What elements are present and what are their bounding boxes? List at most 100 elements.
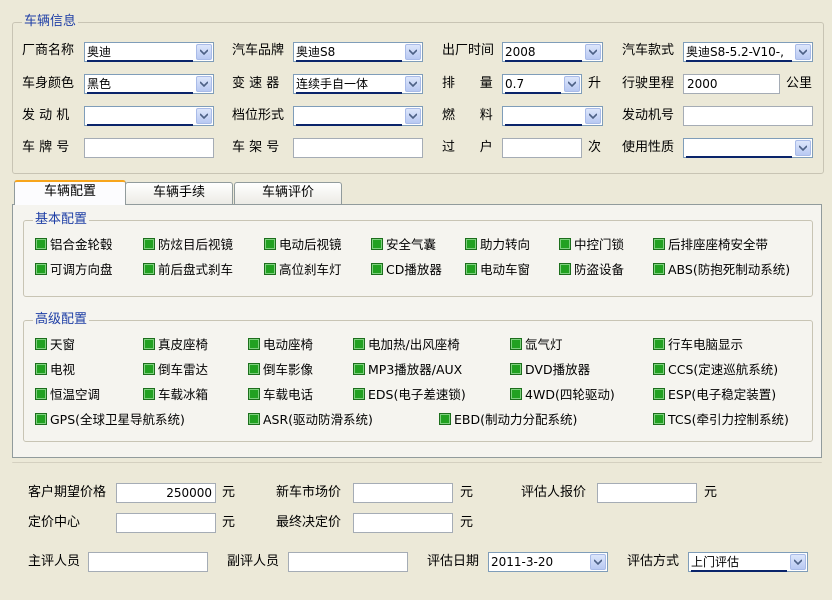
- advanced-config-checkbox[interactable]: 行车电脑显示: [653, 337, 743, 353]
- advanced-config-checkbox[interactable]: 倒车影像: [248, 362, 313, 378]
- basic-config-checkbox[interactable]: 安全气囊: [371, 237, 436, 253]
- advanced-config-checkbox[interactable]: 车载电话: [248, 387, 313, 403]
- basic-config-checkbox[interactable]: 电动车窗: [465, 262, 530, 278]
- checkbox-checked-icon[interactable]: [653, 338, 665, 350]
- advanced-config-checkbox[interactable]: MP3播放器/AUX: [353, 362, 462, 378]
- gearshift-select[interactable]: [293, 106, 423, 126]
- checkbox-checked-icon[interactable]: [35, 413, 47, 425]
- advanced-config-checkbox[interactable]: DVD播放器: [510, 362, 590, 378]
- advanced-config-checkbox[interactable]: TCS(牵引力控制系统): [653, 412, 789, 428]
- transfer-input[interactable]: [502, 138, 582, 158]
- plate-input[interactable]: [84, 138, 214, 158]
- usage-select[interactable]: [683, 138, 813, 158]
- checkbox-checked-icon[interactable]: [35, 238, 47, 250]
- chevron-down-icon[interactable]: [405, 108, 421, 124]
- checkbox-checked-icon[interactable]: [143, 338, 155, 350]
- checkbox-checked-icon[interactable]: [248, 363, 260, 375]
- tab-vehicle-evaluation[interactable]: 车辆评价: [234, 182, 342, 204]
- checkbox-checked-icon[interactable]: [143, 363, 155, 375]
- brand-select[interactable]: 奥迪S8: [293, 42, 423, 62]
- checkbox-checked-icon[interactable]: [248, 388, 260, 400]
- advanced-config-checkbox[interactable]: ASR(驱动防滑系统): [248, 412, 373, 428]
- checkbox-checked-icon[interactable]: [248, 338, 260, 350]
- basic-config-checkbox[interactable]: 防炫目后视镜: [143, 237, 233, 253]
- advanced-config-checkbox[interactable]: ESP(电子稳定装置): [653, 387, 776, 403]
- final-price-input[interactable]: [353, 513, 453, 533]
- advanced-config-checkbox[interactable]: 天窗: [35, 337, 75, 353]
- advanced-config-checkbox[interactable]: 倒车雷达: [143, 362, 208, 378]
- basic-config-checkbox[interactable]: 电动后视镜: [264, 237, 342, 253]
- checkbox-checked-icon[interactable]: [653, 263, 665, 275]
- advanced-config-checkbox[interactable]: 电视: [35, 362, 75, 378]
- advanced-config-checkbox[interactable]: EBD(制动力分配系统): [439, 412, 577, 428]
- gearbox-select[interactable]: 连续手自一体: [293, 74, 423, 94]
- advanced-config-checkbox[interactable]: 电加热/出风座椅: [353, 337, 460, 353]
- advanced-config-checkbox[interactable]: 车载冰箱: [143, 387, 208, 403]
- basic-config-checkbox[interactable]: CD播放器: [371, 262, 442, 278]
- checkbox-checked-icon[interactable]: [653, 413, 665, 425]
- checkbox-checked-icon[interactable]: [35, 388, 47, 400]
- checkbox-checked-icon[interactable]: [559, 238, 571, 250]
- chevron-down-icon[interactable]: [564, 76, 580, 92]
- basic-config-checkbox[interactable]: 铝合金轮毂: [35, 237, 113, 253]
- checkbox-checked-icon[interactable]: [143, 238, 155, 250]
- chevron-down-icon[interactable]: [196, 108, 212, 124]
- checkbox-checked-icon[interactable]: [35, 338, 47, 350]
- checkbox-checked-icon[interactable]: [35, 363, 47, 375]
- checkbox-checked-icon[interactable]: [353, 338, 365, 350]
- checkbox-checked-icon[interactable]: [559, 263, 571, 275]
- eval-date-picker[interactable]: 2011-3-20: [488, 552, 608, 572]
- pricing-center-input[interactable]: [116, 513, 216, 533]
- basic-config-checkbox[interactable]: 中控门锁: [559, 237, 624, 253]
- tab-vehicle-documents[interactable]: 车辆手续: [125, 182, 233, 204]
- checkbox-checked-icon[interactable]: [371, 263, 383, 275]
- chevron-down-icon[interactable]: [196, 76, 212, 92]
- checkbox-checked-icon[interactable]: [510, 338, 522, 350]
- basic-config-checkbox[interactable]: 后排座座椅安全带: [653, 237, 768, 253]
- engine-select[interactable]: [84, 106, 214, 126]
- checkbox-checked-icon[interactable]: [510, 363, 522, 375]
- advanced-config-checkbox[interactable]: 4WD(四轮驱动): [510, 387, 615, 403]
- chevron-down-icon[interactable]: [196, 44, 212, 60]
- fuel-select[interactable]: [502, 106, 603, 126]
- checkbox-checked-icon[interactable]: [35, 263, 47, 275]
- basic-config-checkbox[interactable]: 助力转向: [465, 237, 530, 253]
- checkbox-checked-icon[interactable]: [653, 388, 665, 400]
- checkbox-checked-icon[interactable]: [510, 388, 522, 400]
- advanced-config-checkbox[interactable]: 电动座椅: [248, 337, 313, 353]
- chevron-down-icon[interactable]: [790, 554, 806, 570]
- engine-no-input[interactable]: [683, 106, 813, 126]
- checkbox-checked-icon[interactable]: [143, 263, 155, 275]
- chevron-down-icon[interactable]: [585, 44, 601, 60]
- advanced-config-checkbox[interactable]: 真皮座椅: [143, 337, 208, 353]
- checkbox-checked-icon[interactable]: [465, 238, 477, 250]
- advanced-config-checkbox[interactable]: 氙气灯: [510, 337, 563, 353]
- checkbox-checked-icon[interactable]: [248, 413, 260, 425]
- advanced-config-checkbox[interactable]: 恒温空调: [35, 387, 100, 403]
- chevron-down-icon[interactable]: [590, 554, 606, 570]
- checkbox-checked-icon[interactable]: [371, 238, 383, 250]
- mileage-input[interactable]: 2000: [683, 74, 780, 94]
- tab-vehicle-config[interactable]: 车辆配置: [14, 180, 126, 205]
- eval-method-select[interactable]: 上门评估: [688, 552, 808, 572]
- basic-config-checkbox[interactable]: 高位刹车灯: [264, 262, 342, 278]
- checkbox-checked-icon[interactable]: [465, 263, 477, 275]
- displacement-select[interactable]: 0.7: [502, 74, 582, 94]
- checkbox-checked-icon[interactable]: [653, 363, 665, 375]
- checkbox-checked-icon[interactable]: [353, 363, 365, 375]
- chevron-down-icon[interactable]: [405, 76, 421, 92]
- checkbox-checked-icon[interactable]: [264, 238, 276, 250]
- chevron-down-icon[interactable]: [795, 140, 811, 156]
- advanced-config-checkbox[interactable]: CCS(定速巡航系统): [653, 362, 778, 378]
- basic-config-checkbox[interactable]: 防盗设备: [559, 262, 624, 278]
- market-price-input[interactable]: [353, 483, 453, 503]
- chief-appraiser-input[interactable]: [88, 552, 208, 572]
- date-select[interactable]: 2008: [502, 42, 603, 62]
- basic-config-checkbox[interactable]: 可调方向盘: [35, 262, 113, 278]
- frame-input[interactable]: [293, 138, 423, 158]
- model-select[interactable]: 奥迪S8-5.2-V10-,: [683, 42, 813, 62]
- advanced-config-checkbox[interactable]: EDS(电子差速锁): [353, 387, 466, 403]
- checkbox-checked-icon[interactable]: [353, 388, 365, 400]
- chevron-down-icon[interactable]: [795, 44, 811, 60]
- advanced-config-checkbox[interactable]: GPS(全球卫星导航系统): [35, 412, 185, 428]
